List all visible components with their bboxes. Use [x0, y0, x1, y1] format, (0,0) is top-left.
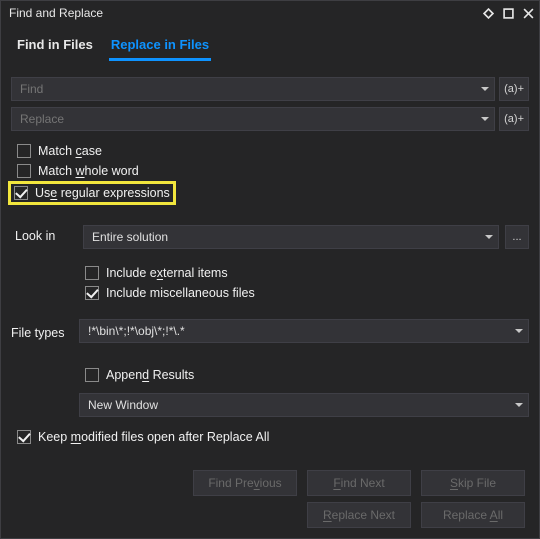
- look-in-select[interactable]: Entire solution: [83, 225, 499, 249]
- use-regex-label: Use regular expressions: [35, 186, 170, 200]
- find-replace-window: Find and Replace Find in Files Replace i…: [0, 0, 540, 539]
- tab-replace-in-files[interactable]: Replace in Files: [109, 33, 211, 61]
- include-misc-checkbox[interactable]: [85, 286, 99, 300]
- include-external-checkbox[interactable]: [85, 266, 99, 280]
- look-in-label: Look in: [15, 225, 77, 243]
- replace-next-button[interactable]: Replace Next: [307, 502, 411, 528]
- chevron-down-icon: [510, 394, 528, 416]
- include-misc-label: Include miscellaneous files: [106, 286, 255, 300]
- find-next-button[interactable]: Find Next: [307, 470, 411, 496]
- find-input[interactable]: [20, 82, 476, 96]
- keep-open-row[interactable]: Keep modified files open after Replace A…: [11, 427, 529, 447]
- maximize-icon[interactable]: [499, 4, 517, 22]
- replace-input-wrapper[interactable]: [11, 107, 495, 131]
- find-history-dropdown[interactable]: [476, 78, 494, 100]
- use-regex-row[interactable]: Use regular expressions: [8, 181, 176, 205]
- append-results-row[interactable]: Append Results: [79, 365, 529, 385]
- use-regex-checkbox[interactable]: [14, 186, 28, 200]
- browse-button[interactable]: ...: [505, 225, 529, 249]
- content-area: (a)+ (a)+ Match case Match whole word Us…: [1, 61, 539, 538]
- button-row-1: Find Previous Find Next Skip File: [11, 470, 529, 496]
- match-case-row[interactable]: Match case: [11, 141, 529, 161]
- skip-file-button[interactable]: Skip File: [421, 470, 525, 496]
- replace-history-dropdown[interactable]: [476, 108, 494, 130]
- append-results-label: Append Results: [106, 368, 194, 382]
- window-title: Find and Replace: [9, 6, 479, 20]
- match-case-checkbox[interactable]: [17, 144, 31, 158]
- window-controls: [479, 4, 537, 22]
- regex-helper-replace-button[interactable]: (a)+: [499, 107, 529, 131]
- keep-open-checkbox[interactable]: [17, 430, 31, 444]
- include-external-label: Include external items: [106, 266, 228, 280]
- match-whole-word-row[interactable]: Match whole word: [11, 161, 529, 181]
- match-whole-word-checkbox[interactable]: [17, 164, 31, 178]
- find-input-wrapper[interactable]: [11, 77, 495, 101]
- chevron-down-icon: [510, 320, 528, 342]
- match-case-label: Match case: [38, 144, 102, 158]
- include-external-row[interactable]: Include external items: [79, 263, 529, 283]
- window-position-icon[interactable]: [479, 4, 497, 22]
- append-results-checkbox[interactable]: [85, 368, 99, 382]
- replace-all-button[interactable]: Replace All: [421, 502, 525, 528]
- results-target-select[interactable]: New Window: [79, 393, 529, 417]
- file-types-input[interactable]: !*\bin\*;!*\obj\*;!*\.*: [79, 319, 529, 343]
- tab-bar: Find in Files Replace in Files: [1, 25, 539, 61]
- tab-find-in-files[interactable]: Find in Files: [15, 33, 95, 61]
- find-previous-button[interactable]: Find Previous: [193, 470, 297, 496]
- button-row-2: Replace Next Replace All: [11, 502, 529, 528]
- results-target-value: New Window: [88, 398, 158, 412]
- titlebar: Find and Replace: [1, 1, 539, 25]
- include-misc-row[interactable]: Include miscellaneous files: [79, 283, 529, 303]
- match-whole-word-label: Match whole word: [38, 164, 139, 178]
- chevron-down-icon: [480, 226, 498, 248]
- look-in-value: Entire solution: [92, 230, 168, 244]
- regex-helper-find-button[interactable]: (a)+: [499, 77, 529, 101]
- file-types-value: !*\bin\*;!*\obj\*;!*\.*: [88, 324, 185, 338]
- close-icon[interactable]: [519, 4, 537, 22]
- replace-input[interactable]: [20, 112, 476, 126]
- keep-open-label: Keep modified files open after Replace A…: [38, 430, 269, 444]
- file-types-label: File types: [11, 322, 73, 340]
